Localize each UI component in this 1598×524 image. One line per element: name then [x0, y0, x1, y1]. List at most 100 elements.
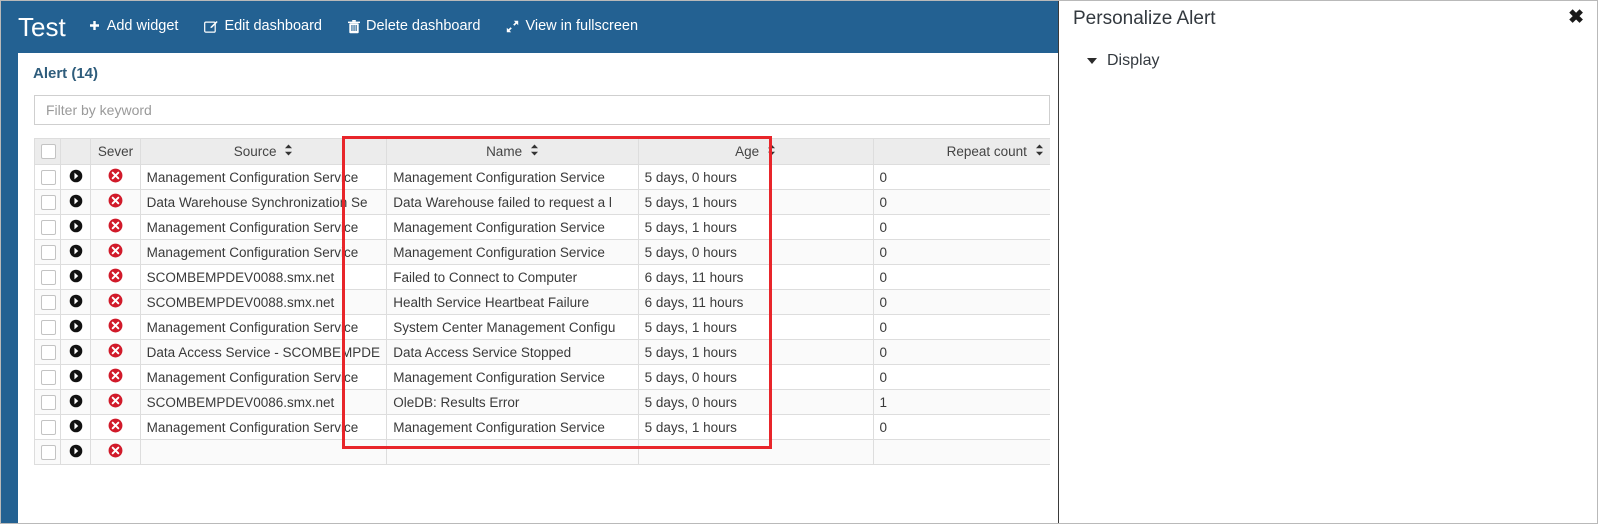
- delete-dashboard-button[interactable]: Delete dashboard: [347, 19, 480, 34]
- row-expand-cell[interactable]: [59, 439, 92, 465]
- row-expand-cell[interactable]: [59, 389, 92, 415]
- row-select-cell[interactable]: [34, 289, 61, 315]
- row-expand-cell[interactable]: [59, 239, 92, 265]
- row-select-cell[interactable]: [34, 189, 61, 215]
- row-source-cell: Data Access Service - SCOMBEMPDE: [139, 339, 388, 365]
- row-name-cell: Management Configuration Service: [386, 414, 639, 440]
- column-header-name[interactable]: Name: [386, 138, 639, 165]
- table-row[interactable]: Management Configuration Service System C…: [34, 314, 1050, 340]
- column-header-repeat-count[interactable]: Repeat count: [872, 138, 1050, 165]
- row-select-cell[interactable]: [34, 414, 61, 440]
- column-header-age[interactable]: Age: [637, 138, 874, 165]
- display-section-toggle[interactable]: Display: [1087, 52, 1159, 70]
- sort-icon[interactable]: [767, 144, 776, 159]
- row-expand-cell[interactable]: [59, 214, 92, 240]
- table-row[interactable]: Data Access Service - SCOMBEMPDE Data Acc…: [34, 339, 1050, 365]
- row-checkbox[interactable]: [41, 169, 56, 185]
- row-select-cell[interactable]: [34, 214, 61, 240]
- row-source-cell: Data Warehouse Synchronization Se: [139, 189, 388, 215]
- expand-arrow-icon[interactable]: [69, 319, 83, 336]
- critical-severity-icon: [108, 193, 123, 211]
- expand-arrow-icon[interactable]: [69, 369, 83, 386]
- panel-title: Personalize Alert: [1073, 8, 1216, 29]
- row-checkbox[interactable]: [41, 394, 56, 410]
- row-expand-cell[interactable]: [59, 289, 92, 315]
- row-severity-cell: [90, 339, 141, 365]
- row-severity-cell: [90, 239, 141, 265]
- expand-arrow-icon[interactable]: [69, 244, 83, 261]
- row-select-cell[interactable]: [34, 164, 61, 190]
- row-expand-cell[interactable]: [59, 264, 92, 290]
- row-expand-cell[interactable]: [59, 314, 92, 340]
- row-select-cell[interactable]: [34, 314, 61, 340]
- row-checkbox[interactable]: [41, 219, 56, 235]
- row-select-cell[interactable]: [34, 264, 61, 290]
- column-header-severity[interactable]: Sever: [90, 138, 141, 165]
- row-select-cell[interactable]: [34, 364, 61, 390]
- table-row[interactable]: SCOMBEMPDEV0086.smx.net OleDB: Results Er…: [34, 389, 1050, 415]
- row-severity-cell: [90, 389, 141, 415]
- row-expand-cell[interactable]: [59, 364, 92, 390]
- expand-arrow-icon[interactable]: [69, 219, 83, 236]
- row-expand-cell[interactable]: [59, 414, 92, 440]
- close-icon[interactable]: ✖: [1568, 8, 1584, 27]
- row-checkbox[interactable]: [41, 194, 56, 210]
- row-select-cell[interactable]: [34, 389, 61, 415]
- expand-arrow-icon[interactable]: [69, 294, 83, 311]
- critical-severity-icon: [108, 268, 123, 286]
- row-checkbox[interactable]: [41, 344, 56, 360]
- row-select-cell[interactable]: [34, 439, 61, 465]
- expand-arrow-icon[interactable]: [69, 344, 83, 361]
- edit-dashboard-button[interactable]: Edit dashboard: [204, 19, 322, 34]
- row-expand-cell[interactable]: [59, 189, 92, 215]
- row-severity-cell: [90, 264, 141, 290]
- row-checkbox[interactable]: [41, 269, 56, 285]
- row-checkbox[interactable]: [41, 294, 56, 310]
- table-row[interactable]: SCOMBEMPDEV0088.smx.net Health Service He…: [34, 289, 1050, 315]
- sort-icon[interactable]: [284, 144, 293, 159]
- expand-arrow-icon[interactable]: [69, 194, 83, 211]
- row-repeat-count-cell: 0: [872, 289, 1050, 315]
- widget-title: Alert (14): [33, 65, 99, 82]
- table-row[interactable]: SCOMBEMPDEV0088.smx.net Failed to Connect…: [34, 264, 1050, 290]
- column-header-age-label: Age: [735, 143, 760, 159]
- expand-arrow-icon[interactable]: [69, 394, 83, 411]
- select-all-header[interactable]: [34, 138, 61, 165]
- row-expand-cell[interactable]: [59, 339, 92, 365]
- table-row[interactable]: Management Configuration Service Manageme…: [34, 239, 1050, 265]
- table-row[interactable]: Management Configuration Service Manageme…: [34, 414, 1050, 440]
- table-row[interactable]: Management Configuration Service Manageme…: [34, 214, 1050, 240]
- filter-by-keyword-input[interactable]: [35, 96, 1049, 124]
- alert-grid-scroll[interactable]: Sever Source Name Age Repeat count Manag…: [34, 138, 1050, 508]
- personalize-alert-panel: Personalize Alert ✖ Display Select colum…: [1058, 0, 1598, 524]
- alert-table-body: Management Configuration Service Manageme…: [34, 164, 1050, 465]
- row-checkbox[interactable]: [41, 369, 56, 385]
- view-fullscreen-button[interactable]: View in fullscreen: [506, 19, 638, 34]
- table-row[interactable]: Data Warehouse Synchronization Se Data Wa…: [34, 189, 1050, 215]
- row-checkbox[interactable]: [41, 444, 56, 460]
- expand-arrow-icon[interactable]: [69, 169, 83, 186]
- critical-severity-icon: [108, 393, 123, 411]
- select-all-checkbox[interactable]: [41, 144, 56, 160]
- column-header-source[interactable]: Source: [139, 138, 388, 165]
- row-select-cell[interactable]: [34, 239, 61, 265]
- row-repeat-count-cell: 0: [872, 339, 1050, 365]
- row-expand-cell[interactable]: [59, 164, 92, 190]
- row-checkbox[interactable]: [41, 419, 56, 435]
- row-name-cell: Management Configuration Service: [386, 239, 639, 265]
- filter-input-wrapper[interactable]: [34, 95, 1050, 125]
- table-row[interactable]: Management Configuration Service Manageme…: [34, 364, 1050, 390]
- add-widget-button[interactable]: Add widget: [88, 19, 178, 34]
- table-row[interactable]: [34, 439, 1050, 465]
- expand-arrow-icon[interactable]: [69, 444, 83, 461]
- row-severity-cell: [90, 414, 141, 440]
- row-select-cell[interactable]: [34, 339, 61, 365]
- sort-icon[interactable]: [1035, 144, 1044, 159]
- sort-icon[interactable]: [530, 144, 539, 159]
- expand-arrow-icon[interactable]: [69, 269, 83, 286]
- row-checkbox[interactable]: [41, 319, 56, 335]
- row-checkbox[interactable]: [41, 244, 56, 260]
- expand-arrow-icon[interactable]: [69, 419, 83, 436]
- row-severity-cell: [90, 289, 141, 315]
- table-row[interactable]: Management Configuration Service Manageme…: [34, 164, 1050, 190]
